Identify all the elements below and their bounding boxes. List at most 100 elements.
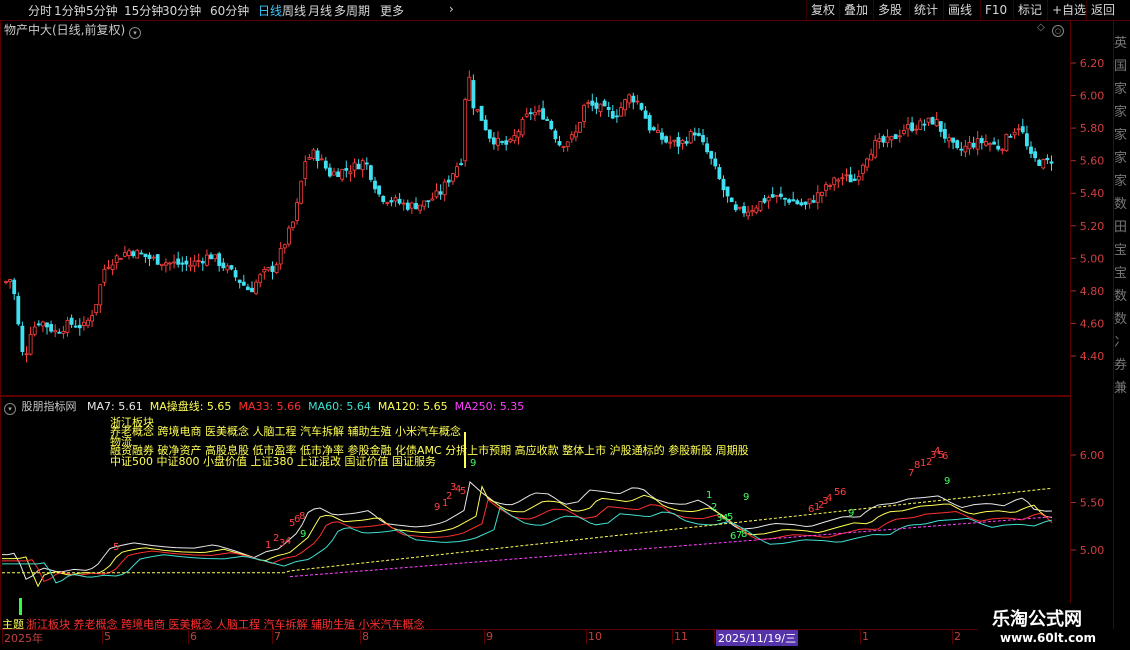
signal-mark-green: 8 — [741, 529, 747, 540]
signal-mark-green: 1 — [706, 490, 712, 501]
right-strip-char[interactable]: 兼 — [1114, 377, 1127, 396]
signal-mark-green: 9 — [470, 458, 476, 469]
axis-labels: 6.20 6.00 5.80 5.60 5.40 5.20 5.00 4.80 4.60 4.40… — [1071, 57, 1104, 557]
candle-body — [787, 199, 791, 203]
candle-body — [1000, 148, 1005, 151]
candle-body — [582, 104, 586, 122]
candle-body — [303, 161, 308, 179]
signal-mark-red: 5 — [113, 542, 119, 553]
candle-body — [836, 179, 841, 182]
logo-title: 乐淘公式网 — [992, 609, 1082, 630]
right-strip-char[interactable]: 数 — [1114, 193, 1127, 212]
candle-body — [873, 140, 878, 158]
candle-body — [139, 252, 144, 255]
signal-mark-green: 2 — [711, 502, 717, 513]
candle-body — [512, 135, 517, 142]
candle-body — [438, 191, 443, 195]
candle-body — [245, 286, 250, 291]
candle-body — [590, 100, 595, 106]
candle-body — [344, 168, 349, 171]
candle-body — [8, 279, 13, 282]
candle-body — [200, 261, 205, 264]
candle-body — [475, 109, 480, 112]
candle-body — [828, 185, 832, 187]
candle-body — [225, 265, 230, 271]
candle-body — [479, 105, 484, 121]
candle-body — [733, 204, 738, 211]
candle-body — [639, 103, 644, 110]
candle-body — [799, 202, 804, 206]
candle-body — [418, 204, 423, 211]
candle-body — [266, 267, 271, 271]
right-strip-char[interactable]: 家 — [1114, 124, 1127, 143]
candle-body — [943, 129, 947, 139]
candle-body — [549, 120, 554, 130]
candle-body — [1049, 161, 1054, 164]
candle-body — [561, 146, 566, 149]
candle-body — [496, 137, 500, 146]
right-strip-char[interactable]: 家 — [1114, 147, 1127, 166]
right-strip-char[interactable]: 宝 — [1114, 262, 1127, 281]
candle-body — [1025, 133, 1029, 147]
candle-body — [241, 281, 246, 286]
candle-body — [697, 133, 701, 136]
candle-body — [848, 174, 853, 183]
candle-body — [352, 162, 357, 171]
candle-body — [184, 260, 189, 265]
candle-body — [918, 120, 923, 130]
candle-body — [930, 117, 935, 125]
right-strip-char[interactable]: 家 — [1114, 78, 1127, 97]
right-strip-char[interactable]: 国 — [1114, 55, 1127, 74]
right-strip-char[interactable]: 数 — [1114, 308, 1127, 327]
right-strip-char[interactable]: 田 — [1114, 216, 1127, 235]
candle-body — [36, 323, 41, 326]
candle-body — [623, 99, 627, 111]
candle-body — [574, 131, 578, 138]
candle-body — [1004, 133, 1009, 152]
candle-body — [528, 112, 533, 115]
candle-body — [262, 268, 267, 273]
candle-body — [491, 137, 496, 145]
candle-body — [278, 248, 283, 265]
indicator-label: 5.00 — [1080, 544, 1105, 557]
candle-body — [742, 206, 746, 214]
candle-body — [4, 281, 8, 284]
right-strip-char[interactable]: 家 — [1114, 101, 1127, 120]
ma33-line — [2, 499, 1053, 583]
candle-body — [295, 202, 300, 221]
candle-body — [77, 324, 82, 329]
candle-body — [229, 265, 234, 270]
candle-body — [856, 175, 861, 181]
candle-body — [774, 195, 779, 197]
candle-body — [1029, 146, 1033, 154]
candle-body — [914, 128, 919, 131]
candle-body — [209, 254, 213, 260]
candle-body — [979, 138, 984, 144]
candle-body — [61, 331, 66, 334]
candle-body — [586, 102, 591, 105]
right-strip-char[interactable]: 英 — [1114, 32, 1127, 51]
right-strip-char[interactable]: 券 — [1114, 354, 1127, 373]
date-label-1: 5 — [104, 630, 111, 643]
candle-body — [151, 256, 156, 259]
candle-body — [65, 319, 70, 333]
candle-body — [118, 258, 123, 260]
candle-body — [959, 148, 964, 151]
chart-canvas[interactable]: 5 12 3 45689 123456 12345 678 1 2345699123 456 789… — [0, 0, 1130, 650]
right-strip-char[interactable]: 家 — [1114, 170, 1127, 189]
price-label: 4.40 — [1080, 350, 1105, 363]
candle-body — [598, 103, 603, 113]
candle-body — [483, 119, 488, 131]
candle-body — [16, 296, 21, 325]
right-strip-char[interactable]: 数 — [1114, 285, 1127, 304]
candle-body — [426, 200, 431, 203]
candle-body — [307, 157, 312, 160]
candle-body — [647, 115, 652, 131]
signal-mark-green: 9 — [743, 492, 749, 503]
candle-body — [319, 158, 324, 161]
candle-body — [1020, 126, 1025, 133]
candle-body — [1037, 159, 1042, 166]
candle-body — [332, 171, 336, 176]
right-strip-char[interactable]: 冫 — [1114, 331, 1127, 350]
right-strip-char[interactable]: 宝 — [1114, 239, 1127, 258]
